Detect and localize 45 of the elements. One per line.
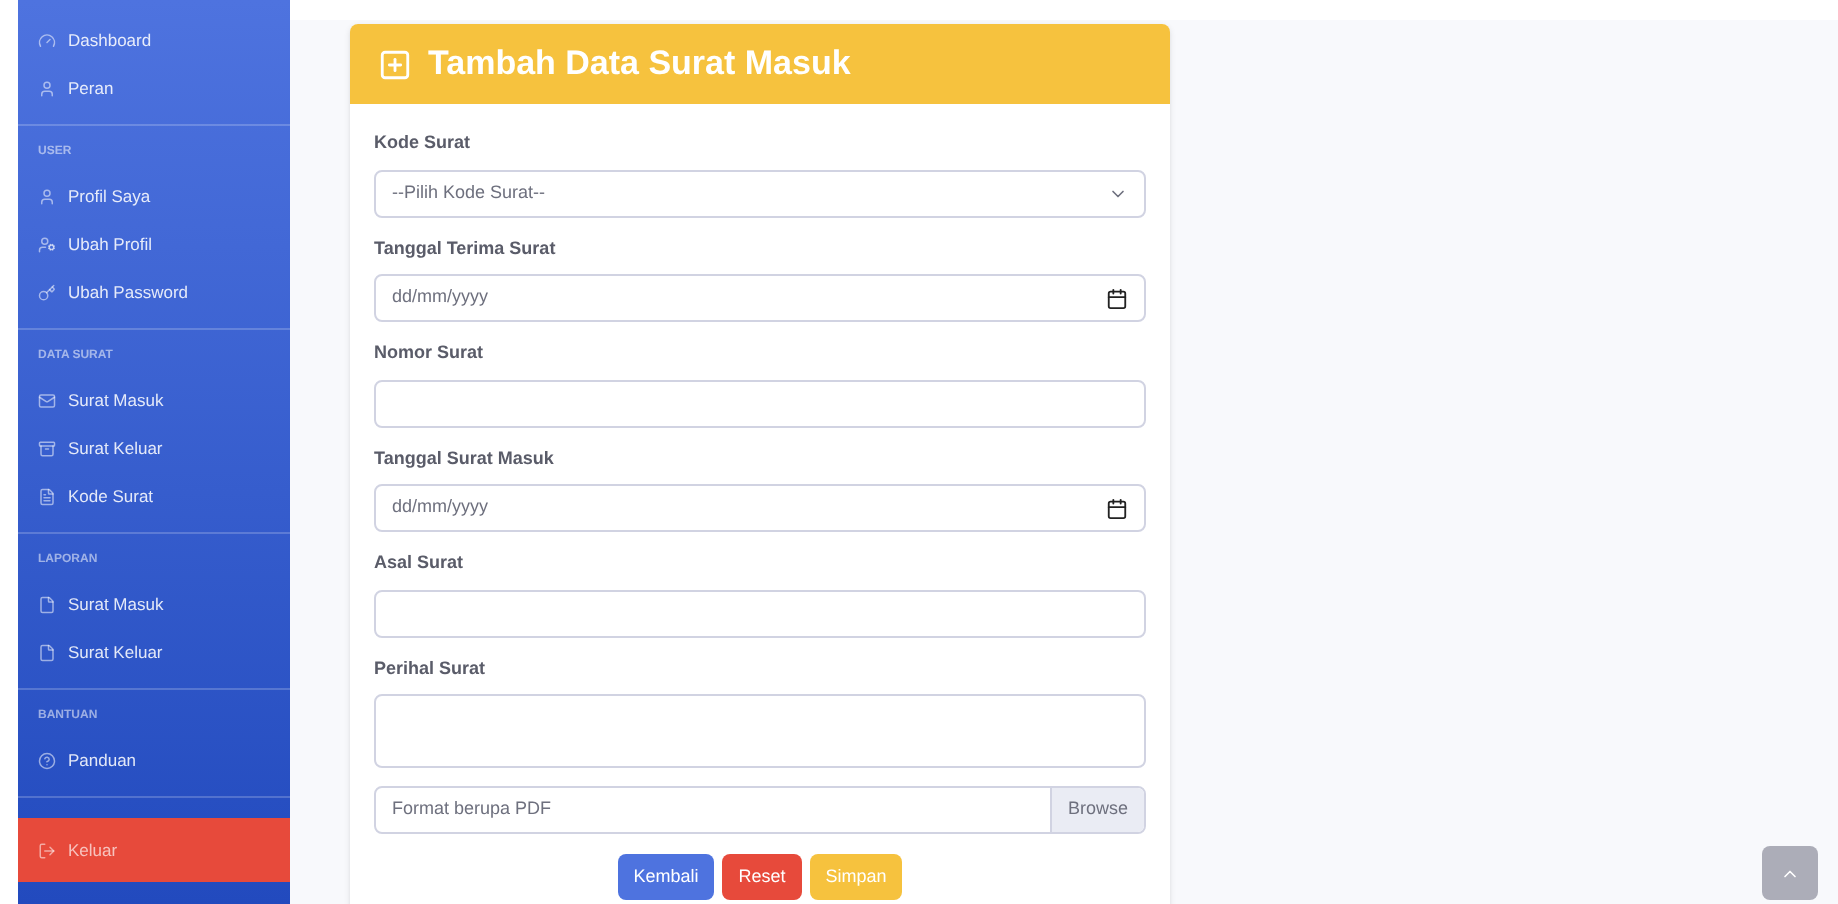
text-area[interactable] [374, 694, 1146, 768]
field-label: Kode Surat [374, 130, 473, 156]
calendar-icon [1106, 497, 1128, 519]
document-icon [38, 487, 56, 505]
form-button[interactable]: Kembali [617, 854, 715, 900]
input-field[interactable] [374, 589, 1146, 637]
sidebar-item[interactable]: Ubah Profil [18, 220, 290, 268]
browse-button[interactable]: Browse [1049, 788, 1144, 832]
sidebar-item[interactable]: Peran [18, 64, 290, 112]
card-title: Tambah Data Surat Masuk [428, 42, 851, 87]
sidebar-item[interactable]: Surat Keluar [18, 424, 290, 472]
scroll-top-button[interactable] [1762, 846, 1818, 900]
mail-icon [38, 391, 56, 409]
plus-square-icon [378, 47, 412, 81]
key-icon [38, 283, 56, 301]
date-field[interactable]: dd/mm/yyyy [374, 274, 1146, 322]
date-field[interactable]: dd/mm/yyyy [374, 484, 1146, 532]
archive-icon [38, 439, 56, 457]
select-field[interactable]: --Pilih Kode Surat-- [374, 169, 1146, 217]
sidebar-item[interactable]: Surat Masuk [18, 580, 290, 628]
sidebar-item[interactable]: Kode Surat [18, 472, 290, 520]
sidebar-item[interactable]: Surat Keluar [18, 628, 290, 676]
file-icon [38, 595, 56, 613]
file-icon [38, 643, 56, 661]
help-icon [38, 751, 56, 769]
file-field[interactable]: Format berupa PDF Browse [374, 786, 1146, 834]
sidebar-item[interactable]: Ubah Password [18, 268, 290, 316]
user-icon [38, 79, 56, 97]
field-label: Perihal Surat [374, 655, 488, 681]
sidebar-item[interactable]: Profil Saya [18, 172, 290, 220]
sidebar-item[interactable]: Panduan [18, 736, 290, 784]
gauge-icon [38, 31, 56, 49]
user-gear-icon [38, 235, 56, 253]
sidebar-item[interactable]: Surat Masuk [18, 376, 290, 424]
field-label: Asal Surat [374, 550, 466, 576]
field-label: Tanggal Terima Surat [374, 235, 558, 262]
form-button[interactable]: Reset [722, 854, 802, 900]
field-label: Tanggal Surat Masuk [374, 445, 556, 472]
logout-icon [38, 841, 56, 859]
input-field[interactable] [374, 379, 1146, 427]
field-label: Nomor Surat [374, 340, 486, 366]
sidebar-item[interactable]: Dashboard [18, 16, 290, 64]
sidebar-item[interactable]: Keluar [18, 818, 290, 882]
user-icon [38, 187, 56, 205]
calendar-icon [1106, 287, 1128, 309]
